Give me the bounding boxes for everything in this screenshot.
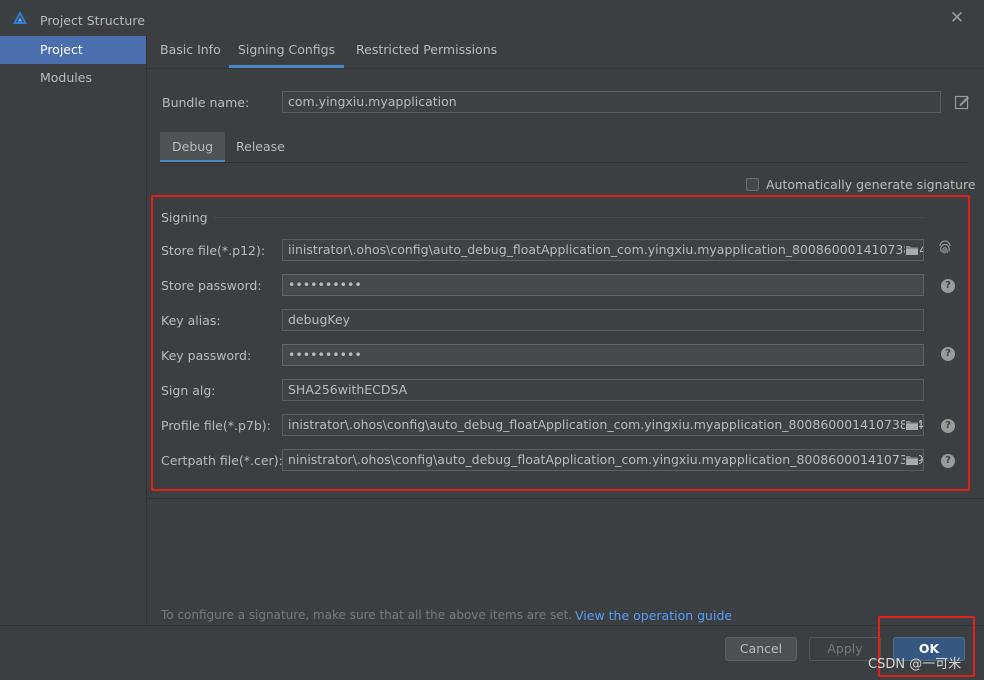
auto-sign-label: Automatically generate signature bbox=[766, 177, 976, 192]
sidebar-item-project[interactable]: Project bbox=[0, 36, 146, 64]
title-bar: Project Structure ✕ bbox=[0, 0, 984, 37]
sidebar-item-modules[interactable]: Modules bbox=[0, 64, 146, 92]
signature-hint-text: To configure a signature, make sure that… bbox=[161, 608, 573, 622]
subtab-release[interactable]: Release bbox=[236, 132, 285, 162]
auto-sign-checkbox[interactable] bbox=[746, 178, 759, 191]
section-divider bbox=[147, 498, 984, 499]
subtab-divider bbox=[160, 162, 968, 163]
tab-restricted-permissions[interactable]: Restricted Permissions bbox=[356, 36, 497, 68]
subtab-debug[interactable]: Debug bbox=[160, 132, 226, 162]
watermark-text: CSDN @一可米 bbox=[868, 657, 962, 672]
main-panel: Basic Info Signing Configs Restricted Pe… bbox=[147, 36, 984, 625]
edit-icon[interactable] bbox=[954, 94, 970, 110]
tab-signing-configs[interactable]: Signing Configs bbox=[229, 36, 344, 68]
close-icon[interactable]: ✕ bbox=[948, 9, 966, 27]
cancel-button[interactable]: Cancel bbox=[725, 637, 797, 661]
deveco-logo-icon bbox=[13, 11, 27, 24]
sidebar: Project Modules bbox=[0, 36, 147, 625]
bundle-name-label: Bundle name: bbox=[162, 95, 250, 110]
window-title: Project Structure bbox=[40, 13, 145, 28]
operation-guide-link[interactable]: View the operation guide bbox=[575, 608, 732, 623]
tab-bar: Basic Info Signing Configs Restricted Pe… bbox=[147, 36, 984, 69]
signing-highlight-box bbox=[151, 195, 970, 491]
tab-basic-info[interactable]: Basic Info bbox=[160, 36, 221, 68]
bundle-name-field: com.yingxiu.myapplication bbox=[282, 91, 941, 113]
dialog-footer: Cancel Apply OK bbox=[0, 616, 984, 680]
